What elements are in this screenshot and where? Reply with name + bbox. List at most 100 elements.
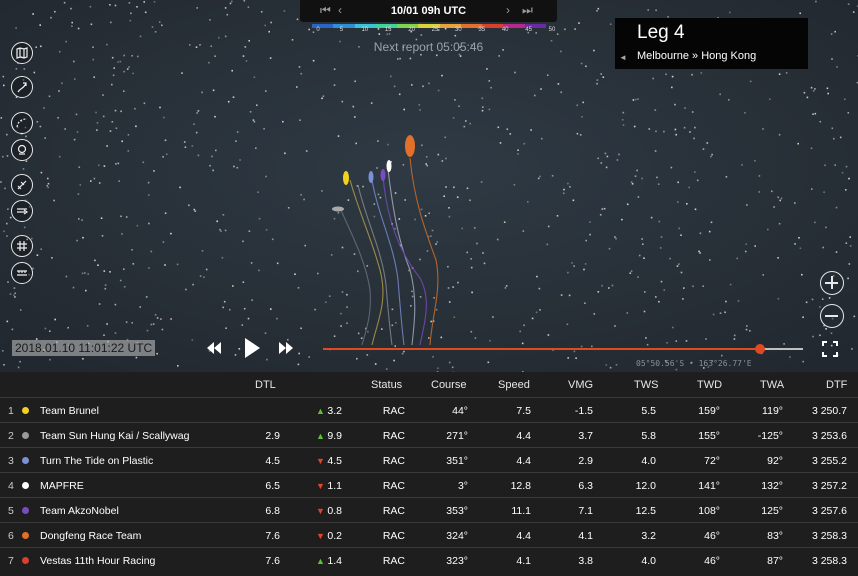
rewind-button[interactable] [206, 341, 222, 355]
wind-particle [6, 320, 9, 323]
wind-particle [209, 19, 211, 21]
wind-particle [456, 196, 459, 198]
table-row[interactable]: 6 Dongfeng Race Team 7.6 0.2 RAC 324° 4.4 4.1 3.… [0, 522, 858, 548]
wind-particle [111, 56, 114, 59]
routing-button[interactable] [11, 112, 33, 134]
wind-particle [823, 191, 825, 193]
wind-particle [3, 364, 5, 366]
wind-particle [353, 253, 356, 255]
wind-particle [811, 188, 813, 190]
wind-particle [741, 164, 743, 166]
column-header-twd[interactable]: TWD [697, 379, 722, 391]
fullscreen-button[interactable] [822, 341, 838, 357]
wind-particle [523, 142, 526, 145]
race-map[interactable]: ⏮ ‹ 10/01 09h UTC › ⏭ 0 5 10 15 20 25 30 35 40 45… [0, 0, 858, 372]
wind-particle [72, 286, 75, 289]
wind-particle [440, 336, 443, 339]
wind-particle [602, 76, 605, 78]
ruler-button[interactable] [11, 262, 33, 284]
wind-particle [100, 217, 103, 219]
wind-particle [567, 357, 569, 359]
wind-particle [634, 98, 637, 101]
wind-particle [546, 243, 549, 246]
dtf-cell: 3 258.3 [811, 530, 847, 542]
wind-particle [537, 177, 540, 180]
table-row[interactable]: 4 MAPFRE 6.5 1.1 RAC 3° 12.8 6.3 12.0 141° 132° 3 2… [0, 472, 858, 498]
wind-particle [53, 199, 55, 202]
wind-particle [137, 55, 139, 58]
column-header-course[interactable]: Course [431, 379, 466, 391]
wind-particle [241, 324, 244, 326]
wind-particle [824, 164, 826, 167]
wind-particle [643, 310, 646, 313]
wind-particle [156, 352, 158, 355]
wind-particle [841, 171, 844, 174]
wind-particle [98, 182, 101, 184]
wind-particle [557, 83, 560, 85]
team-color-dot [22, 482, 29, 489]
collapse-arrow-icon[interactable]: ◄ [619, 53, 627, 62]
wind-particle [530, 129, 532, 131]
column-header-vmg[interactable]: VMG [568, 379, 593, 391]
wind-particle [563, 188, 565, 191]
wind-particle [699, 232, 702, 235]
wind-particle [123, 54, 125, 57]
wind-particle [106, 323, 108, 325]
dtf-cell: 3 255.2 [811, 455, 847, 467]
wind-particle [242, 240, 244, 243]
wind-particle [312, 59, 315, 62]
wind-particle [87, 273, 89, 275]
wind-particle [780, 197, 783, 200]
wind-button[interactable] [11, 174, 33, 196]
wind-particle [621, 218, 623, 221]
table-row[interactable]: 2 Team Sun Hung Kai / Scallywag 2.9 9.9 RAC 2… [0, 422, 858, 448]
column-header-dtf[interactable]: DTF [826, 379, 847, 391]
wind-particle [447, 265, 449, 268]
table-row[interactable]: 1 Team Brunel 3.2 RAC 44° 7.5 -1.5 5.5 159° 119° 3… [0, 397, 858, 423]
playback-slider[interactable] [323, 344, 803, 354]
wind-particle [77, 193, 80, 195]
last-report-button[interactable]: ⏭ [522, 3, 533, 18]
grid-button[interactable] [11, 235, 33, 257]
boat-focus-button[interactable] [11, 139, 33, 161]
next-report-button[interactable]: › [506, 3, 510, 17]
wind-particle [621, 119, 624, 121]
wind-particle [688, 186, 690, 189]
table-row[interactable]: 7 Vestas 11th Hour Racing 7.6 1.4 RAC 323° 4.1… [0, 547, 858, 573]
table-row[interactable]: 3 Turn The Tide on Plastic 4.5 4.5 RAC 351° 4.… [0, 447, 858, 473]
wind-particle [49, 358, 51, 361]
wind-particle [762, 274, 764, 276]
wind-particle [394, 227, 396, 230]
wind-particle [803, 91, 806, 94]
wind-particle [244, 46, 247, 48]
wind-particle [678, 263, 680, 265]
wind-particle [212, 169, 214, 172]
currents-button[interactable] [11, 200, 33, 222]
column-header-twa[interactable]: TWA [760, 379, 784, 391]
wind-particle [849, 245, 852, 247]
map-layers-button[interactable] [11, 42, 33, 64]
zoom-out-button[interactable] [820, 304, 844, 328]
boat-marker-scallywag [332, 206, 344, 212]
fast-forward-button[interactable] [278, 341, 294, 355]
leg-info-panel: Leg 4 ◄ Melbourne » Hong Kong [615, 18, 808, 69]
column-header-speed[interactable]: Speed [498, 379, 530, 391]
column-header-status[interactable]: Status [371, 379, 402, 391]
wind-particle [691, 73, 693, 76]
wind-particle [92, 46, 94, 48]
zoom-in-button[interactable] [820, 271, 844, 295]
wind-particle [578, 22, 580, 24]
table-row[interactable]: 5 Team AkzoNobel 6.8 0.8 RAC 353° 11.1 7.1 12.5 1… [0, 497, 858, 523]
playback-handle[interactable] [754, 344, 765, 354]
wind-particle [81, 219, 83, 221]
play-button[interactable] [243, 337, 261, 359]
boat-tracks-button[interactable] [11, 76, 33, 98]
wind-particle [90, 23, 93, 26]
wind-particle [156, 317, 159, 319]
wind-particle [355, 142, 357, 145]
column-header-dtl[interactable]: DTL [255, 379, 276, 391]
wind-particle [470, 266, 473, 269]
wind-particle [226, 13, 229, 16]
wind-particle [596, 82, 598, 85]
column-header-tws[interactable]: TWS [634, 379, 658, 391]
